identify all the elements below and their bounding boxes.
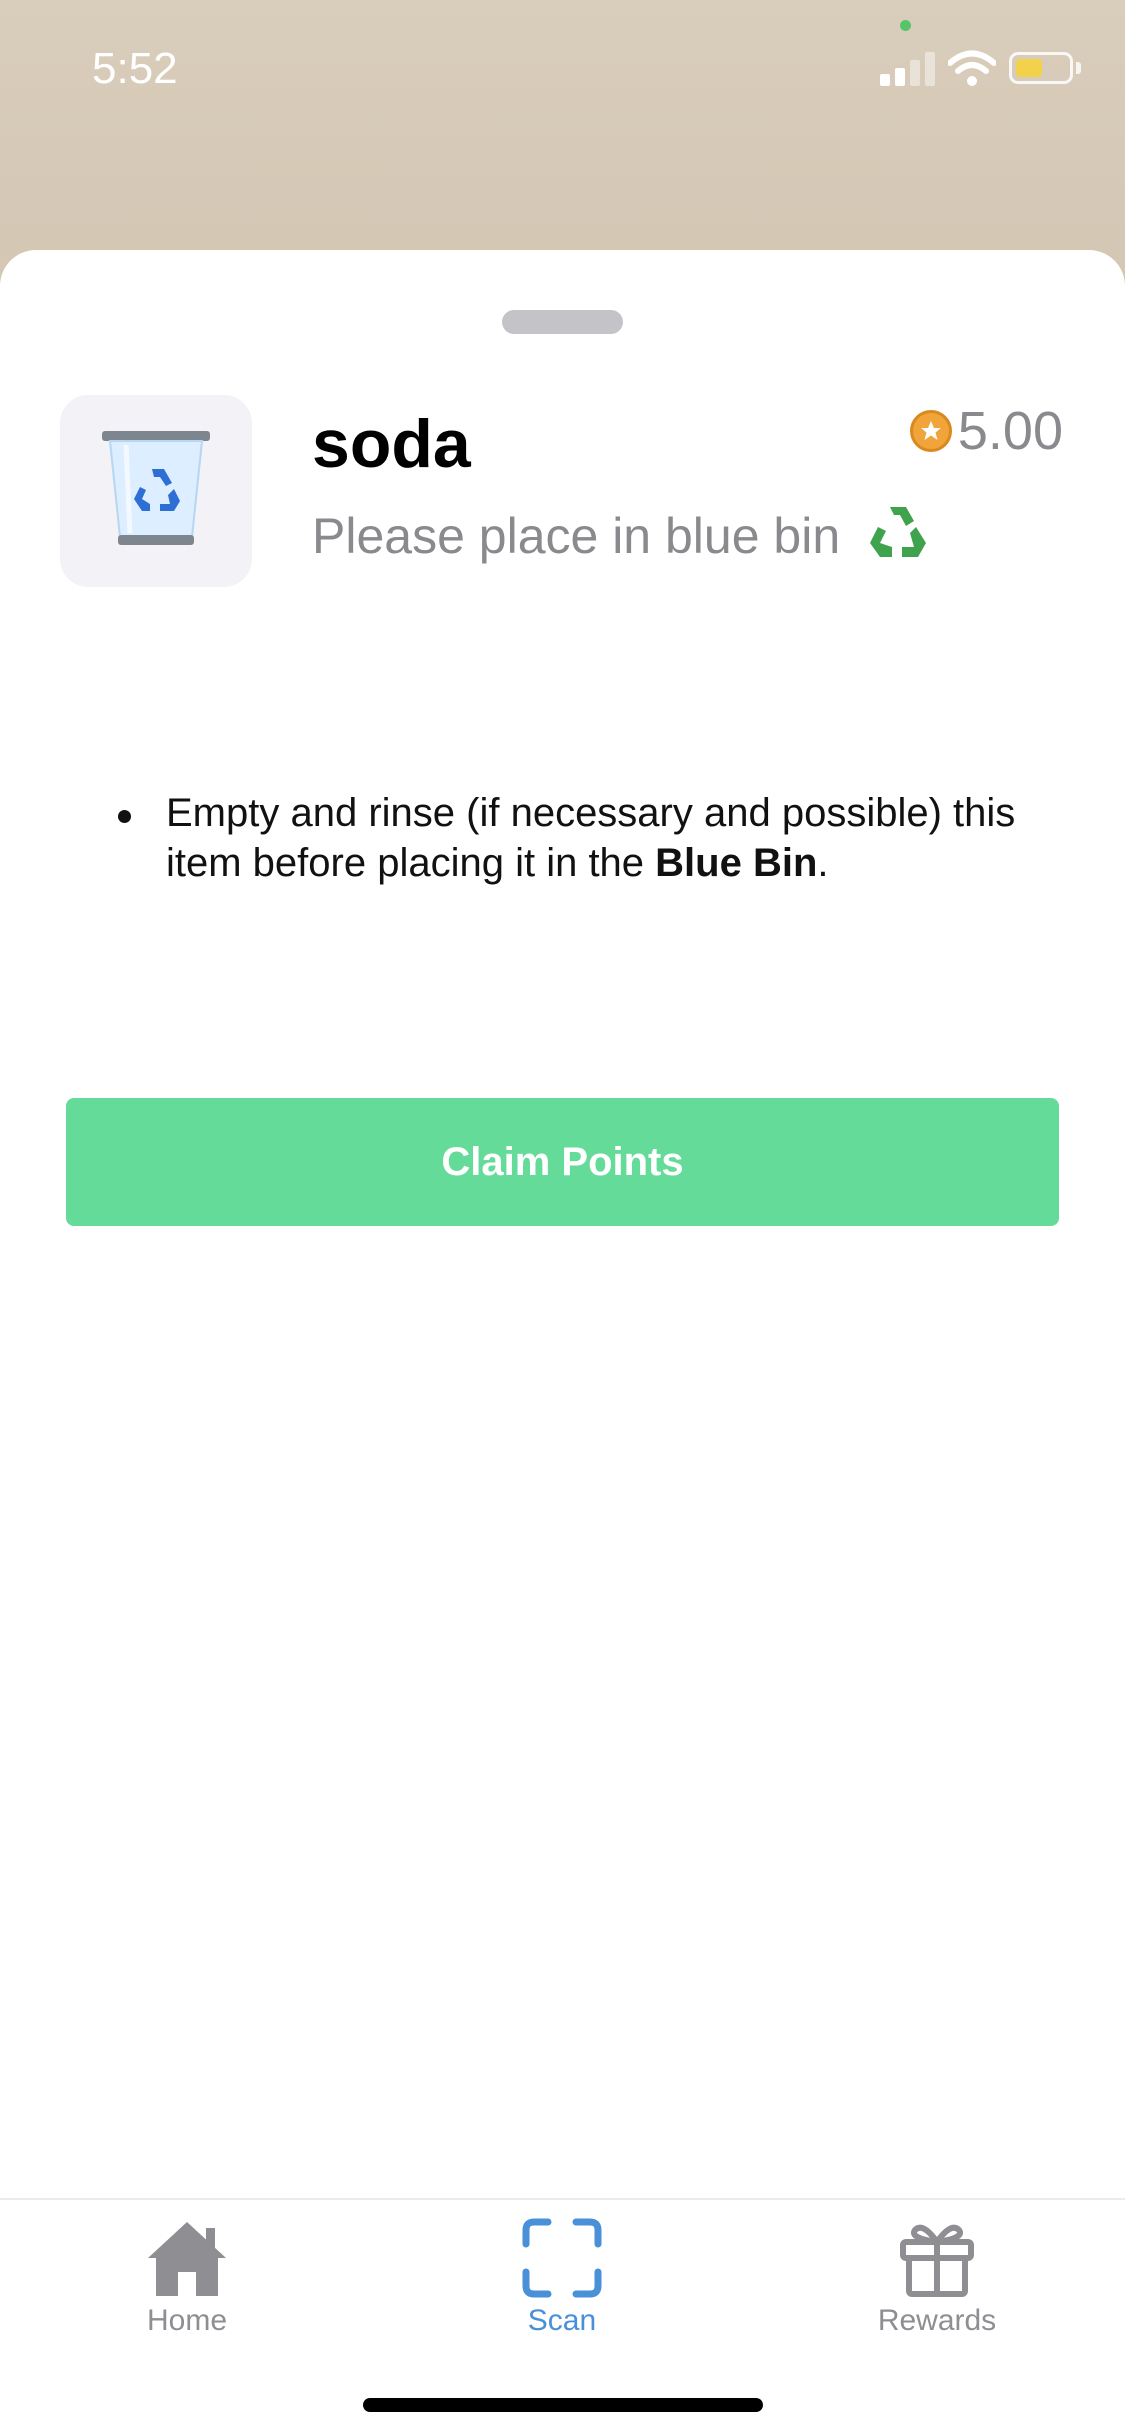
home-icon	[148, 2222, 226, 2296]
points-display: 5.00	[909, 400, 1063, 462]
points-value: 5.00	[957, 401, 1063, 461]
battery-cap	[1076, 62, 1081, 74]
item-title: soda	[312, 406, 471, 482]
tab-home[interactable]: Home	[87, 2218, 287, 2338]
tab-scan[interactable]: Scan	[462, 2218, 662, 2338]
tab-rewards[interactable]: Rewards	[837, 2218, 1037, 2338]
recycle-bin-icon	[102, 431, 210, 545]
tab-label-rewards: Rewards	[877, 2304, 997, 2337]
instruction-suffix: .	[817, 841, 829, 885]
battery-level	[1016, 59, 1042, 77]
instruction-list: Empty and rinse (if necessary and possib…	[118, 788, 1078, 888]
item-subtitle: Please place in blue bin	[312, 505, 928, 565]
gift-icon	[900, 2224, 974, 2297]
home-indicator	[363, 2398, 763, 2412]
battery-icon	[1009, 52, 1073, 84]
recycle-icon	[870, 507, 927, 557]
cellular-signal-icon	[880, 52, 936, 86]
tab-label-home: Home	[146, 2304, 228, 2337]
claim-points-button[interactable]: Claim Points	[66, 1098, 1059, 1226]
status-time: 5:52	[92, 44, 178, 93]
item-subtitle-text: Please place in blue bin	[312, 508, 841, 564]
privacy-indicator-dot	[900, 20, 911, 31]
instruction-emphasis: Blue Bin	[655, 841, 818, 885]
item-sheet: soda 5.00 Please place in blue bin Empty…	[0, 250, 1125, 2436]
item-thumbnail	[60, 395, 252, 587]
scan-icon	[522, 2218, 602, 2298]
wifi-icon	[948, 50, 996, 86]
tab-label-scan: Scan	[527, 2304, 597, 2337]
coin-icon	[909, 410, 952, 452]
sheet-grabber[interactable]	[502, 310, 623, 334]
instruction-item: Empty and rinse (if necessary and possib…	[118, 788, 1078, 888]
instruction-text: Empty and rinse (if necessary and possib…	[166, 791, 1016, 885]
